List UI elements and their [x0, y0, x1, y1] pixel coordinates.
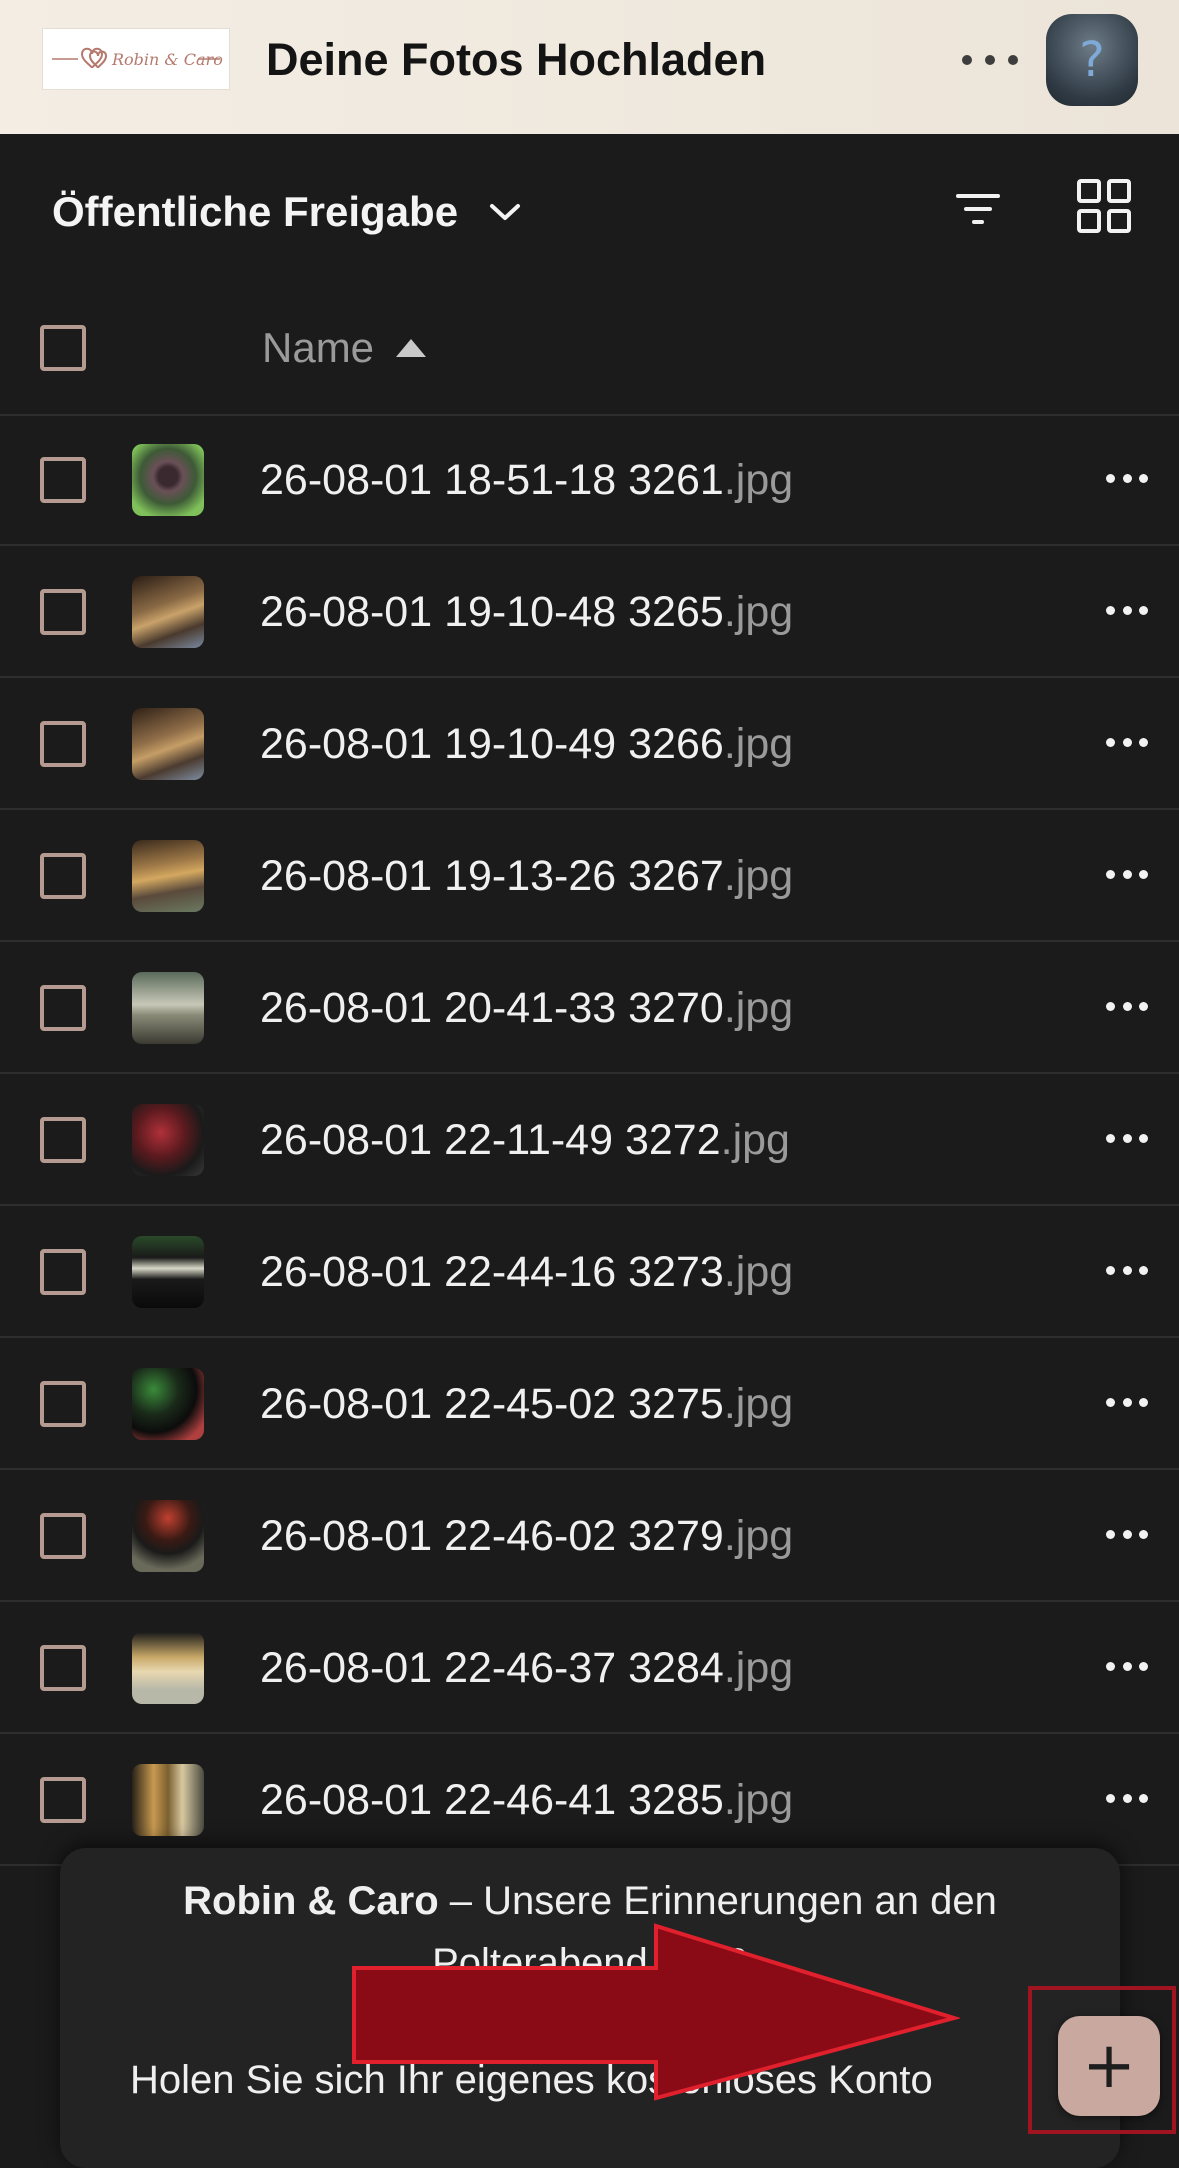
row-checkbox[interactable]: [40, 721, 86, 767]
help-button[interactable]: ?: [1046, 14, 1138, 106]
table-row[interactable]: 26-08-01 22-46-41 3285.jpg: [0, 1734, 1179, 1866]
brand-logo[interactable]: Robin & Caro: [42, 28, 230, 90]
file-name: 26-08-01 22-11-49 3272.jpg: [260, 1116, 790, 1164]
row-more-icon[interactable]: [1106, 1000, 1148, 1012]
add-button[interactable]: +: [1058, 2016, 1160, 2116]
row-checkbox[interactable]: [40, 1381, 86, 1427]
table-row[interactable]: 26-08-01 22-46-02 3279.jpg: [0, 1470, 1179, 1602]
annotation-arrow-icon: [352, 1923, 960, 2101]
table-header: Name: [0, 284, 1179, 416]
photo-thumbnail: [132, 1764, 204, 1836]
row-checkbox[interactable]: [40, 1645, 86, 1691]
grid-view-icon[interactable]: [1076, 178, 1132, 234]
row-more-icon[interactable]: [1106, 1132, 1148, 1144]
name-header-label: Name: [262, 324, 375, 371]
row-checkbox[interactable]: [40, 1117, 86, 1163]
row-checkbox[interactable]: [40, 985, 86, 1031]
photo-thumbnail: [132, 1632, 204, 1704]
file-name: 26-08-01 22-44-16 3273.jpg: [260, 1248, 794, 1296]
file-name: 26-08-01 22-46-41 3285.jpg: [260, 1776, 794, 1824]
select-all-checkbox[interactable]: [40, 325, 86, 371]
row-more-icon[interactable]: [1106, 472, 1148, 484]
sort-ascending-icon: [396, 339, 427, 357]
row-more-icon[interactable]: [1106, 604, 1148, 616]
share-dropdown[interactable]: Öffentliche Freigabe: [52, 182, 522, 242]
table-row[interactable]: 26-08-01 22-11-49 3272.jpg: [0, 1074, 1179, 1206]
row-more-icon[interactable]: [1106, 736, 1148, 748]
name-column-header[interactable]: Name: [262, 316, 427, 380]
table-row[interactable]: 26-08-01 18-51-18 3261.jpg: [0, 414, 1179, 546]
page-title: Deine Fotos Hochladen: [266, 34, 767, 85]
table-row[interactable]: 26-08-01 19-13-26 3267.jpg: [0, 810, 1179, 942]
row-checkbox[interactable]: [40, 589, 86, 635]
row-checkbox[interactable]: [40, 457, 86, 503]
row-more-icon[interactable]: [1106, 1660, 1148, 1672]
table-row[interactable]: 26-08-01 22-45-02 3275.jpg: [0, 1338, 1179, 1470]
file-name: 26-08-01 22-45-02 3275.jpg: [260, 1380, 794, 1428]
file-name: 26-08-01 18-51-18 3261.jpg: [260, 456, 794, 504]
photo-thumbnail: [132, 1236, 204, 1308]
app-header: Robin & Caro Deine Fotos Hochladen ?: [0, 0, 1179, 135]
file-list: 26-08-01 18-51-18 3261.jpg 26-08-01 19-1…: [0, 414, 1179, 1866]
file-name: 26-08-01 22-46-02 3279.jpg: [260, 1512, 794, 1560]
table-row[interactable]: 26-08-01 19-10-49 3266.jpg: [0, 678, 1179, 810]
share-label: Öffentliche Freigabe: [52, 188, 459, 235]
table-row[interactable]: 26-08-01 20-41-33 3270.jpg: [0, 942, 1179, 1074]
filter-icon[interactable]: [954, 190, 1002, 230]
file-name: 26-08-01 19-10-48 3265.jpg: [260, 588, 794, 636]
photo-thumbnail: [132, 972, 204, 1044]
photo-thumbnail: [132, 708, 204, 780]
photo-thumbnail: [132, 1104, 204, 1176]
row-checkbox[interactable]: [40, 1249, 86, 1295]
banner-brand: Robin & Caro: [183, 1879, 439, 1923]
logo-hearts-icon: Robin & Caro: [52, 47, 223, 69]
file-name: 26-08-01 19-13-26 3267.jpg: [260, 852, 794, 900]
chevron-down-icon: [490, 204, 521, 220]
photo-thumbnail: [132, 576, 204, 648]
more-horizontal-icon[interactable]: [962, 40, 1018, 80]
toolbar: Öffentliche Freigabe: [0, 134, 1179, 284]
file-name: 26-08-01 20-41-33 3270.jpg: [260, 984, 794, 1032]
row-more-icon[interactable]: [1106, 868, 1148, 880]
row-more-icon[interactable]: [1106, 1264, 1148, 1276]
table-row[interactable]: 26-08-01 22-44-16 3273.jpg: [0, 1206, 1179, 1338]
row-more-icon[interactable]: [1106, 1528, 1148, 1540]
photo-thumbnail: [132, 1368, 204, 1440]
file-name: 26-08-01 22-46-37 3284.jpg: [260, 1644, 794, 1692]
table-row[interactable]: 26-08-01 22-46-37 3284.jpg: [0, 1602, 1179, 1734]
table-row[interactable]: 26-08-01 19-10-48 3265.jpg: [0, 546, 1179, 678]
row-checkbox[interactable]: [40, 1513, 86, 1559]
row-checkbox[interactable]: [40, 1777, 86, 1823]
photo-thumbnail: [132, 444, 204, 516]
row-more-icon[interactable]: [1106, 1792, 1148, 1804]
file-name: 26-08-01 19-10-49 3266.jpg: [260, 720, 794, 768]
row-checkbox[interactable]: [40, 853, 86, 899]
photo-thumbnail: [132, 840, 204, 912]
photo-thumbnail: [132, 1500, 204, 1572]
row-more-icon[interactable]: [1106, 1396, 1148, 1408]
